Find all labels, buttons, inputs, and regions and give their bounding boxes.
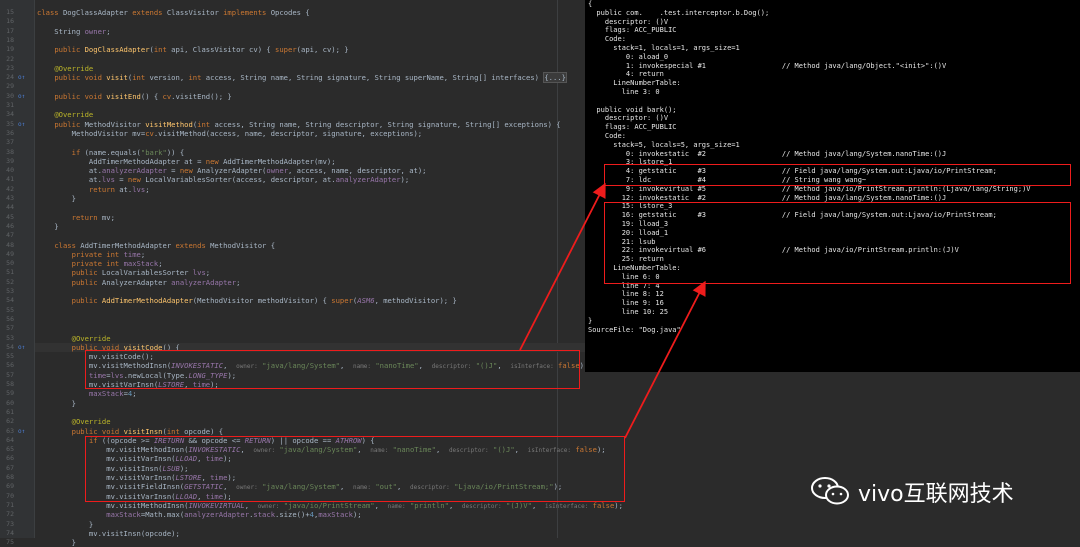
line-number: 75 [6,538,14,547]
annotation-arrows [519,182,706,439]
wechat-logo-icon [811,477,849,505]
code-line[interactable]: } [37,538,76,547]
arrow-visitcode-to-bytecode [519,182,606,351]
arrow-visitinsn-to-bytecode [624,280,706,439]
watermark: vivo互联网技术 [810,470,1070,510]
watermark-text: vivo互联网技术 [858,482,1014,507]
